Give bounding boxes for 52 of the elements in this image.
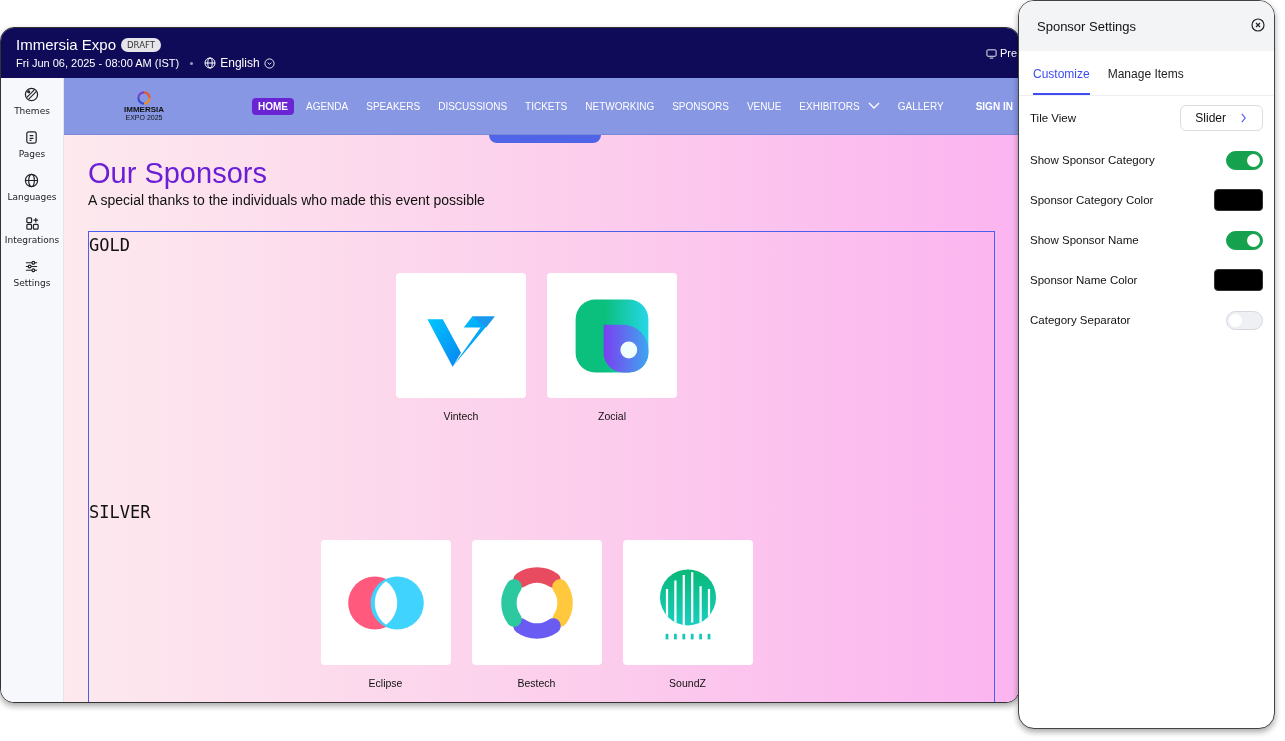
sponsor-tile[interactable]	[622, 540, 753, 665]
setting-label: Sponsor Category Color	[1030, 194, 1154, 206]
toggle-switch[interactable]	[1226, 230, 1263, 250]
sidebar-item[interactable]: Integrations	[4, 216, 60, 245]
panel-title: Sponsor Settings	[1037, 18, 1136, 34]
globe-icon	[204, 57, 217, 69]
event-title: Immersia Expo	[16, 36, 117, 53]
sponsor-name: Zocial	[598, 410, 626, 422]
setting-label: Sponsor Name Color	[1030, 274, 1138, 286]
panel-tab[interactable]: Manage Items	[1107, 51, 1184, 95]
color-swatch[interactable]	[1214, 269, 1263, 291]
section-title: Our Sponsors	[88, 156, 268, 191]
tile-view-select[interactable]: Slider	[1180, 105, 1263, 131]
swirl-icon	[137, 91, 151, 105]
toggle-switch[interactable]	[1226, 150, 1263, 170]
sidebar-item[interactable]: Languages	[7, 173, 57, 202]
preview-button[interactable]: Pre	[985, 47, 1019, 59]
sidebar-item[interactable]: Pages	[18, 130, 46, 159]
setting-label: Tile View	[1030, 112, 1077, 124]
nav-link[interactable]: HOME	[252, 97, 294, 115]
close-icon	[1251, 17, 1265, 32]
event-date: Fri Jun 06, 2025 - 08:00 AM (IST)	[16, 57, 180, 69]
setting-label: Show Sponsor Category	[1030, 154, 1155, 166]
sidebar-item[interactable]: Settings	[13, 259, 51, 288]
setting-label: Category Separator	[1030, 314, 1131, 326]
palette-icon	[24, 87, 40, 102]
sponsor-name: Vintech	[443, 410, 479, 422]
setting-label: Show Sponsor Name	[1030, 234, 1139, 246]
sponsor-tile[interactable]	[547, 273, 677, 398]
category-heading: GOLD	[89, 235, 131, 255]
sponsor-name: SoundZ	[669, 677, 706, 689]
apps-icon	[24, 216, 40, 231]
sidebar-item[interactable]: Themes	[14, 87, 50, 116]
sponsor-tile[interactable]	[471, 540, 602, 665]
sponsor-name: Bestech	[517, 677, 556, 689]
panel-tab[interactable]: Customize	[1033, 51, 1090, 95]
section-subtitle: A special thanks to the individuals who made this event possible	[88, 191, 486, 209]
chevron-right-icon	[1240, 113, 1247, 123]
close-button[interactable]	[1251, 17, 1265, 35]
monitor-icon	[985, 47, 997, 59]
chevron-down-icon	[263, 57, 275, 69]
category-heading: SILVER	[89, 502, 152, 522]
color-swatch[interactable]	[1214, 189, 1263, 211]
globe-icon	[24, 173, 40, 188]
sponsor-name: Eclipse	[368, 677, 403, 689]
separator-dot	[190, 61, 194, 65]
sponsor-tile[interactable]	[396, 273, 526, 398]
language-dropdown[interactable]: English	[204, 56, 275, 70]
status-badge: DRAFT	[121, 37, 161, 52]
sponsor-tile[interactable]	[320, 540, 451, 665]
settings-icon	[24, 259, 40, 274]
document-icon	[24, 130, 40, 145]
